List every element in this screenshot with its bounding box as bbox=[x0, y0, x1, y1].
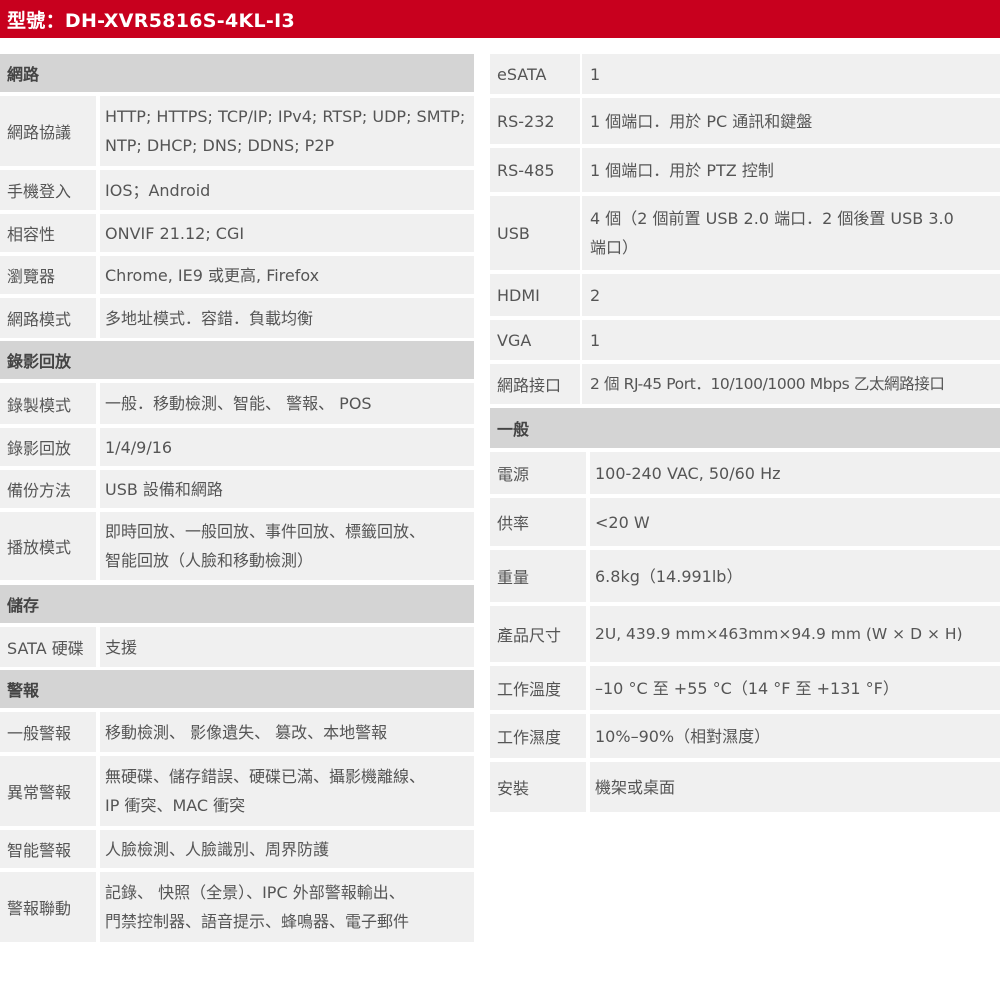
spec-label: 工作濕度 bbox=[490, 714, 586, 758]
spec-label: 重量 bbox=[490, 550, 586, 602]
spec-label: 錄影回放 bbox=[0, 428, 96, 466]
spec-label: 安裝 bbox=[490, 762, 586, 812]
spec-value: 即時回放、一般回放、事件回放、標籤回放、 智能回放（人臉和移動檢測） bbox=[100, 512, 474, 580]
spec-row: USB 4 個（2 個前置 USB 2.0 端口．2 個後置 USB 3.0 端… bbox=[490, 196, 1000, 270]
spec-value: Chrome, IE9 或更高, Firefox bbox=[100, 256, 474, 294]
spec-label: 錄製模式 bbox=[0, 383, 96, 424]
spec-row: HDMI 2 bbox=[490, 274, 1000, 316]
spec-row: RS-232 1 個端口．用於 PC 通訊和鍵盤 bbox=[490, 98, 1000, 144]
section-title: 錄影回放 bbox=[7, 352, 72, 371]
spec-value: –10 °C 至 +55 °C（14 °F 至 +131 °F） bbox=[590, 666, 1000, 710]
spec-value: 1 bbox=[582, 320, 1000, 360]
spec-value: 人臉檢測、人臉識別、周界防護 bbox=[100, 830, 474, 868]
spec-value: 多地址模式．容錯．負載均衡 bbox=[100, 298, 474, 338]
spec-value: HTTP; HTTPS; TCP/IP; IPv4; RTSP; UDP; SM… bbox=[100, 96, 474, 166]
header-banner: 型號：DH-XVR5816S-4KL-I3 bbox=[0, 0, 1000, 38]
section-title: 一般 bbox=[497, 420, 530, 439]
section-network: 網路 bbox=[0, 54, 474, 92]
spec-label: 產品尺寸 bbox=[490, 606, 586, 662]
spec-row: 相容性 ONVIF 21.12; CGI bbox=[0, 214, 474, 252]
spec-value: 1 bbox=[582, 54, 1000, 94]
spec-label: USB bbox=[490, 196, 580, 270]
spec-label: 電源 bbox=[490, 452, 586, 494]
spec-row: 網路模式 多地址模式．容錯．負載均衡 bbox=[0, 298, 474, 338]
spec-row: 工作濕度 10%–90%（相對濕度） bbox=[490, 714, 1000, 758]
spec-row: 安裝 機架或桌面 bbox=[490, 762, 1000, 812]
spec-value: 4 個（2 個前置 USB 2.0 端口．2 個後置 USB 3.0 端口） bbox=[582, 196, 1000, 270]
section-title: 儲存 bbox=[7, 596, 40, 615]
spec-value: 6.8kg（14.991lb） bbox=[590, 550, 1000, 602]
spec-value: 支援 bbox=[100, 627, 474, 667]
spec-value: 1 個端口．用於 PC 通訊和鍵盤 bbox=[582, 98, 1000, 144]
spec-value: <20 W bbox=[590, 498, 1000, 546]
section-playback: 錄影回放 bbox=[0, 341, 474, 379]
spec-label: 警報聯動 bbox=[0, 872, 96, 942]
spec-value: 一般．移動檢測、智能、 警報、 POS bbox=[100, 383, 474, 424]
spec-row: 異常警報 無硬碟、儲存錯誤、硬碟已滿、攝影機離線、 IP 衝突、MAC 衝突 bbox=[0, 756, 474, 826]
spec-row: 工作溫度 –10 °C 至 +55 °C（14 °F 至 +131 °F） bbox=[490, 666, 1000, 710]
spec-row: 智能警報 人臉檢測、人臉識別、周界防護 bbox=[0, 830, 474, 868]
section-alarm: 警報 bbox=[0, 670, 474, 708]
spec-row: 錄影回放 1/4/9/16 bbox=[0, 428, 474, 466]
spec-row: SATA 硬碟 支援 bbox=[0, 627, 474, 667]
spec-label: eSATA bbox=[490, 54, 580, 94]
spec-label: 播放模式 bbox=[0, 512, 96, 580]
spec-label: 網路協議 bbox=[0, 96, 96, 166]
spec-row: 警報聯動 記錄、 快照（全景）、IPC 外部警報輸出、 門禁控制器、語音提示、蜂… bbox=[0, 872, 474, 942]
spec-row: 播放模式 即時回放、一般回放、事件回放、標籤回放、 智能回放（人臉和移動檢測） bbox=[0, 512, 474, 580]
spec-row: RS-485 1 個端口．用於 PTZ 控制 bbox=[490, 148, 1000, 192]
spec-row: 網路協議 HTTP; HTTPS; TCP/IP; IPv4; RTSP; UD… bbox=[0, 96, 474, 166]
spec-label: SATA 硬碟 bbox=[0, 627, 96, 667]
spec-value: IOS；Android bbox=[100, 170, 474, 210]
section-general: 一般 bbox=[490, 408, 1000, 448]
spec-label: 異常警報 bbox=[0, 756, 96, 826]
spec-value: 100-240 VAC, 50/60 Hz bbox=[590, 452, 1000, 494]
spec-value: 移動檢測、 影像遺失、 篡改、本地警報 bbox=[100, 712, 474, 752]
spec-row: 產品尺寸 2U, 439.9 mm×463mm×94.9 mm (W × D ×… bbox=[490, 606, 1000, 662]
spec-value: ONVIF 21.12; CGI bbox=[100, 214, 474, 252]
spec-label: 供率 bbox=[490, 498, 586, 546]
spec-value: 2U, 439.9 mm×463mm×94.9 mm (W × D × H) bbox=[590, 606, 1000, 662]
spec-label: 網路接口 bbox=[490, 364, 580, 404]
spec-row: 備份方法 USB 設備和網路 bbox=[0, 470, 474, 508]
spec-label: 相容性 bbox=[0, 214, 96, 252]
spec-value: 1 個端口．用於 PTZ 控制 bbox=[582, 148, 1000, 192]
section-title: 警報 bbox=[7, 681, 40, 700]
spec-row: 重量 6.8kg（14.991lb） bbox=[490, 550, 1000, 602]
spec-value: 2 bbox=[582, 274, 1000, 316]
model-title: 型號：DH-XVR5816S-4KL-I3 bbox=[7, 9, 295, 32]
spec-value: 機架或桌面 bbox=[590, 762, 1000, 812]
spec-label: RS-232 bbox=[490, 98, 580, 144]
spec-value: 記錄、 快照（全景）、IPC 外部警報輸出、 門禁控制器、語音提示、蜂鳴器、電子… bbox=[100, 872, 474, 942]
section-title: 網路 bbox=[7, 65, 40, 84]
spec-row: 電源 100-240 VAC, 50/60 Hz bbox=[490, 452, 1000, 494]
spec-row: 一般警報 移動檢測、 影像遺失、 篡改、本地警報 bbox=[0, 712, 474, 752]
spec-label: HDMI bbox=[490, 274, 580, 316]
spec-value: 2 個 RJ-45 Port．10/100/1000 Mbps 乙太網路接口 bbox=[582, 364, 1000, 404]
spec-value: USB 設備和網路 bbox=[100, 470, 474, 508]
spec-label: VGA bbox=[490, 320, 580, 360]
spec-row: 錄製模式 一般．移動檢測、智能、 警報、 POS bbox=[0, 383, 474, 424]
spec-label: 備份方法 bbox=[0, 470, 96, 508]
spec-label: 一般警報 bbox=[0, 712, 96, 752]
spec-value: 1/4/9/16 bbox=[100, 428, 474, 466]
spec-row: 網路接口 2 個 RJ-45 Port．10/100/1000 Mbps 乙太網… bbox=[490, 364, 1000, 404]
spec-label: 智能警報 bbox=[0, 830, 96, 868]
spec-value: 無硬碟、儲存錯誤、硬碟已滿、攝影機離線、 IP 衝突、MAC 衝突 bbox=[100, 756, 474, 826]
spec-label: 手機登入 bbox=[0, 170, 96, 210]
spec-label: 網路模式 bbox=[0, 298, 96, 338]
section-storage: 儲存 bbox=[0, 585, 474, 623]
spec-row: eSATA 1 bbox=[490, 54, 1000, 94]
spec-value: 10%–90%（相對濕度） bbox=[590, 714, 1000, 758]
spec-label: 工作溫度 bbox=[490, 666, 586, 710]
spec-row: VGA 1 bbox=[490, 320, 1000, 360]
spec-row: 瀏覽器 Chrome, IE9 或更高, Firefox bbox=[0, 256, 474, 294]
spec-label: 瀏覽器 bbox=[0, 256, 96, 294]
spec-label: RS-485 bbox=[490, 148, 580, 192]
spec-row: 供率 <20 W bbox=[490, 498, 1000, 546]
spec-row: 手機登入 IOS；Android bbox=[0, 170, 474, 210]
